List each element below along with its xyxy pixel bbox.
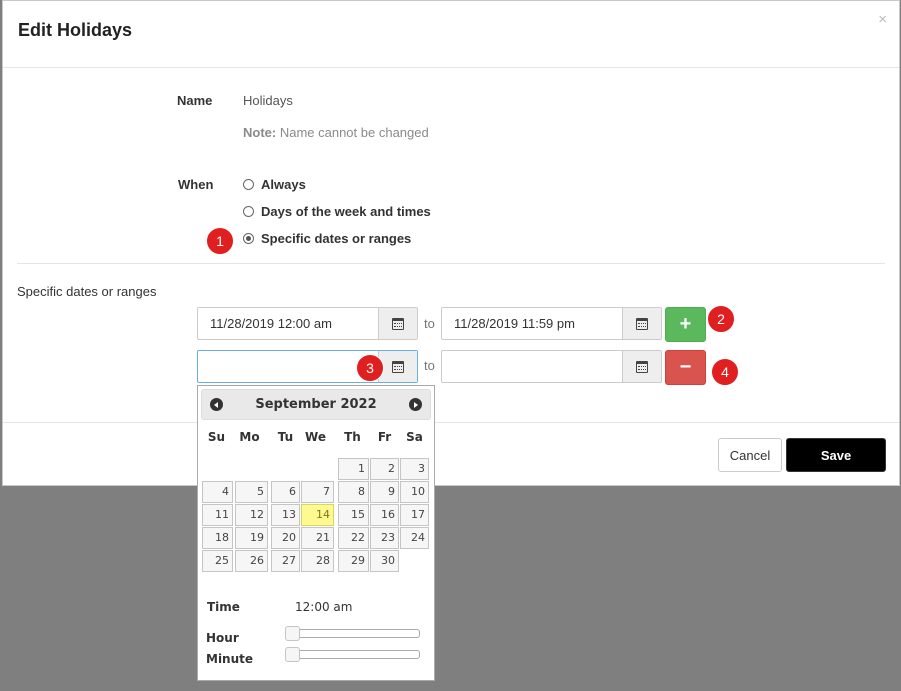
calendar-day[interactable]: 19 (235, 527, 268, 549)
header-divider (3, 67, 899, 68)
calendar-day[interactable]: 5 (235, 481, 268, 503)
dialog-title: Edit Holidays (18, 20, 133, 40)
range-1-to-label: to (424, 316, 435, 331)
calendar-icon (392, 360, 404, 373)
calendar-day[interactable]: 28 (301, 550, 334, 572)
radio-days-of-week[interactable]: Days of the week and times (243, 204, 431, 219)
datepicker-popup: September 2022 Su Mo Tu We Th Fr Sa 1234567891… (197, 385, 435, 681)
hour-slider[interactable] (285, 626, 420, 641)
weekday-header: Fr (377, 430, 392, 444)
radio-label: Days of the week and times (261, 204, 431, 219)
range-1-from-field[interactable]: 11/28/2019 12:00 am (197, 307, 418, 340)
name-note: Note: Name cannot be changed (243, 125, 429, 140)
annotation-badge-2: 2 (707, 305, 735, 333)
datepicker-header: September 2022 (201, 389, 431, 420)
calendar-day[interactable]: 30 (370, 550, 399, 572)
radio-button[interactable] (243, 206, 254, 217)
calendar-day[interactable]: 12 (235, 504, 268, 526)
weekday-header: We (305, 430, 326, 444)
calendar-day[interactable]: 11 (202, 504, 233, 526)
datepicker-month-year: September 2022 (255, 397, 377, 412)
minute-label: Minute (206, 652, 254, 666)
footer-divider (3, 422, 899, 423)
range-1-to-field[interactable]: 11/28/2019 11:59 pm (441, 307, 662, 340)
range-2-to-label: to (424, 358, 435, 373)
calendar-day[interactable]: 9 (370, 481, 399, 503)
close-icon[interactable]: × (878, 11, 887, 28)
name-value: Holidays (243, 93, 293, 108)
calendar-day[interactable]: 15 (338, 504, 369, 526)
weekday-header: Sa (406, 430, 423, 444)
range-2-to-calendar-button[interactable] (622, 351, 661, 382)
calendar-day-today[interactable]: 14 (301, 504, 334, 526)
calendar-day[interactable]: 25 (202, 550, 233, 572)
note-text: Name cannot be changed (276, 125, 429, 140)
calendar-day[interactable]: 21 (301, 527, 334, 549)
calendar-day[interactable]: 18 (202, 527, 233, 549)
radio-always[interactable]: Always (243, 177, 306, 192)
cancel-button[interactable]: Cancel (718, 438, 782, 472)
radio-button[interactable] (243, 179, 254, 190)
calendar-day[interactable]: 2 (370, 458, 399, 480)
range-2-to-input[interactable] (442, 351, 622, 382)
calendar-day[interactable]: 22 (338, 527, 369, 549)
range-1-to-input[interactable]: 11/28/2019 11:59 pm (442, 308, 622, 339)
radio-specific-dates[interactable]: Specific dates or ranges (243, 231, 411, 246)
range-2-from-field[interactable] (197, 350, 418, 383)
calendar-day[interactable]: 29 (338, 550, 369, 572)
minute-slider-handle[interactable] (285, 647, 300, 662)
calendar-day[interactable]: 1 (338, 458, 369, 480)
calendar-day[interactable]: 7 (301, 481, 334, 503)
calendar-day[interactable]: 23 (370, 527, 399, 549)
range-1-from-input[interactable]: 11/28/2019 12:00 am (198, 308, 378, 339)
annotation-badge-3: 3 (356, 354, 384, 382)
weekday-header: Th (344, 430, 361, 444)
calendar-icon (636, 317, 648, 330)
plus-icon: + (679, 313, 692, 335)
annotation-badge-4: 4 (711, 358, 739, 386)
calendar-day[interactable]: 13 (271, 504, 300, 526)
name-label: Name (177, 93, 213, 108)
calendar-icon (636, 360, 648, 373)
annotation-badge-1: 1 (206, 227, 234, 255)
radio-label: Specific dates or ranges (261, 231, 412, 246)
edit-holidays-dialog: Edit Holidays × Name Holidays Note: Name… (2, 0, 900, 486)
calendar-day[interactable]: 20 (271, 527, 300, 549)
range-1-from-calendar-button[interactable] (378, 308, 417, 339)
section-title: Specific dates or ranges (17, 284, 157, 299)
calendar-icon (392, 317, 404, 330)
when-label: When (178, 177, 214, 192)
calendar-day[interactable]: 24 (400, 527, 429, 549)
calendar-day[interactable]: 3 (400, 458, 429, 480)
minute-slider[interactable] (285, 647, 420, 662)
next-month-icon[interactable] (409, 398, 422, 411)
radio-button-checked[interactable] (243, 233, 254, 244)
weekday-header: Mo (239, 430, 260, 444)
calendar-day[interactable]: 27 (271, 550, 300, 572)
save-button[interactable]: Save (786, 438, 886, 472)
time-label: Time (207, 600, 240, 614)
calendar-day[interactable]: 6 (271, 481, 300, 503)
hour-label: Hour (206, 631, 239, 645)
weekday-header: Su (207, 430, 226, 444)
minus-icon: − (679, 356, 692, 378)
calendar-day[interactable]: 26 (235, 550, 268, 572)
time-value: 12:00 am (295, 600, 353, 614)
section-divider (17, 263, 885, 264)
calendar-day[interactable]: 16 (370, 504, 399, 526)
add-range-button[interactable]: + (665, 307, 706, 342)
calendar-day[interactable]: 10 (400, 481, 429, 503)
note-prefix: Note: (243, 125, 277, 140)
weekday-header: Tu (277, 430, 294, 444)
remove-range-button[interactable]: − (665, 350, 706, 385)
range-2-to-field[interactable] (441, 350, 662, 383)
radio-label: Always (261, 177, 306, 192)
range-1-to-calendar-button[interactable] (622, 308, 661, 339)
calendar-day[interactable]: 17 (400, 504, 429, 526)
calendar-day[interactable]: 8 (338, 481, 369, 503)
range-2-from-input[interactable] (198, 351, 378, 382)
calendar-day[interactable]: 4 (202, 481, 233, 503)
hour-slider-handle[interactable] (285, 626, 300, 641)
